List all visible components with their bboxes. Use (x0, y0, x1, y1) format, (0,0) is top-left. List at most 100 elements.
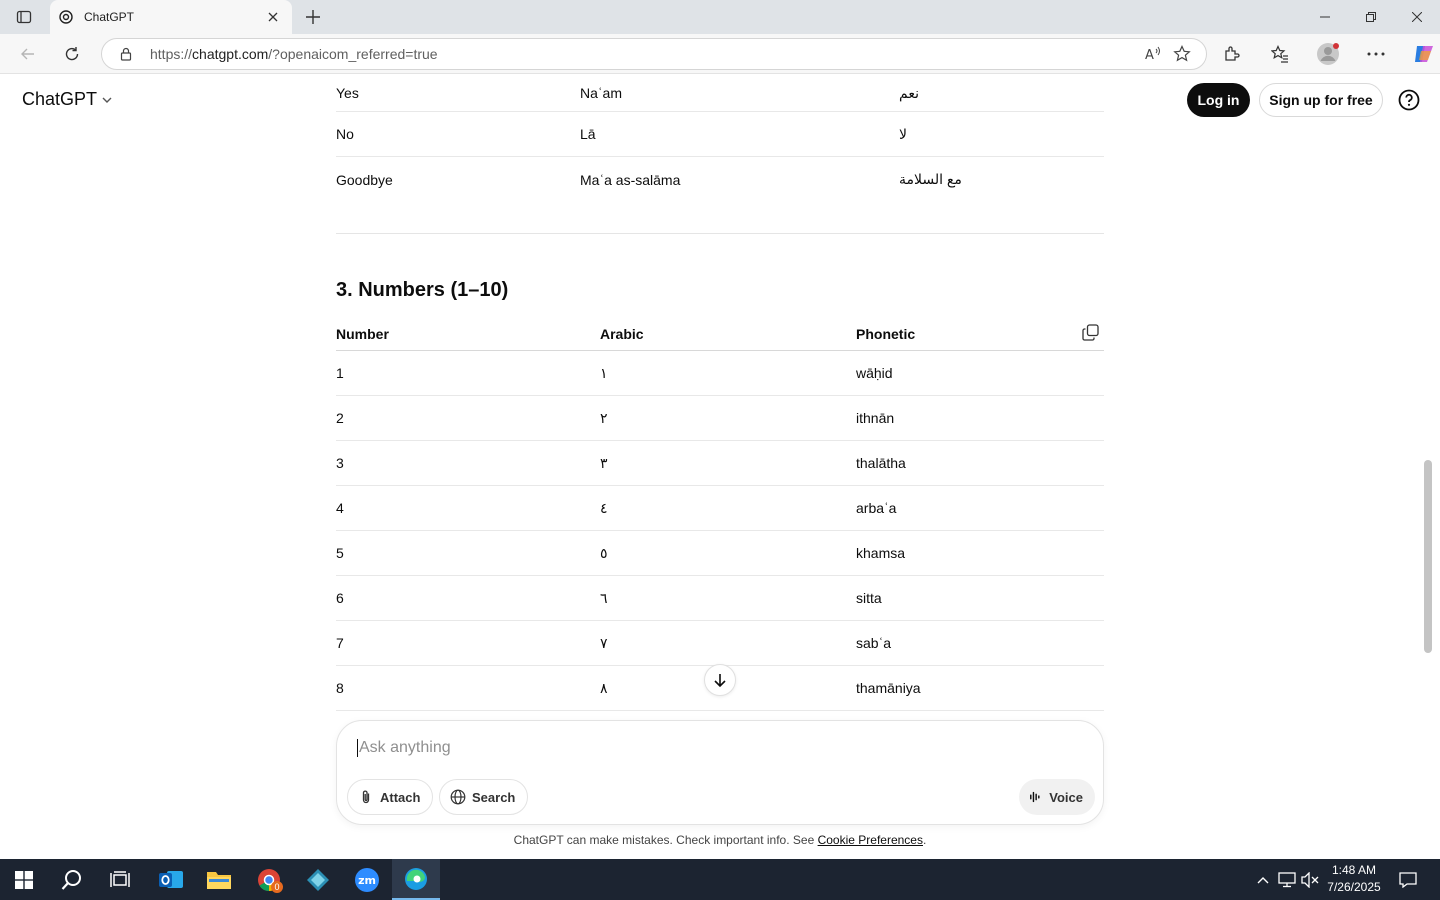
outlook-icon[interactable] (147, 859, 195, 900)
number-cell: 3 (336, 455, 344, 471)
url-prefix: https:// (150, 46, 193, 62)
phrases-table: Yes Naʿam نعم No Lā لا Goodbye Maʿa as-s… (336, 75, 1104, 202)
globe-icon (450, 789, 466, 805)
copilot-icon[interactable] (1410, 40, 1438, 68)
show-hidden-icons-chevron-icon[interactable] (1253, 859, 1273, 900)
attach-button[interactable]: Attach (347, 779, 434, 815)
header-phonetic: Phonetic (856, 326, 916, 342)
clock-time: 1:48 AM (1331, 863, 1377, 877)
search-button[interactable]: Search (439, 779, 529, 815)
arabic-cell: ٤ (600, 499, 608, 516)
back-arrow-icon[interactable] (14, 40, 42, 68)
browser-tab-chatgpt[interactable]: ChatGPT (50, 0, 292, 34)
search-label: Search (472, 789, 516, 805)
voice-button[interactable]: Voice (1019, 779, 1095, 815)
phonetic-cell: thalātha (856, 455, 906, 471)
window-controls (1302, 0, 1440, 34)
address-bar[interactable]: https://chatgpt.com/?openaicom_referred=… (101, 38, 1207, 70)
arabic-cell: لا (899, 125, 907, 142)
more-options-icon[interactable] (1362, 40, 1390, 68)
table-row: 1 ١ wāḥid (336, 351, 1104, 396)
tab-title: ChatGPT (84, 10, 135, 24)
favorites-icon[interactable] (1266, 40, 1294, 68)
transliteration-cell: Naʿam (580, 85, 623, 101)
number-cell: 6 (336, 590, 344, 606)
phonetic-cell: ithnān (856, 410, 895, 426)
table-row: 7 ٧ sabʿa (336, 621, 1104, 666)
text-caret (357, 739, 358, 757)
disclaimer-body: ChatGPT can make mistakes. Check importa… (513, 833, 818, 847)
number-cell: 1 (336, 365, 344, 381)
network-icon[interactable] (1276, 859, 1298, 900)
chatgpt-page: ChatGPT Log in Sign up for free Yes Naʿa… (0, 75, 1440, 858)
numbers-table: Number Arabic Phonetic 1 ١ wāḥid 2 ٢ ith… (336, 318, 1104, 711)
arabic-cell: مع السلامة (899, 171, 962, 187)
read-aloud-icon[interactable]: A (1140, 40, 1168, 68)
signup-button[interactable]: Sign up for free (1259, 83, 1383, 117)
chrome-icon[interactable]: 0 (245, 859, 293, 900)
url-rest: /?openaicom_referred=true (268, 46, 438, 62)
arabic-cell: ٧ (600, 634, 608, 651)
table-header: Number Arabic Phonetic (336, 318, 1104, 351)
close-tab-icon[interactable] (264, 8, 282, 26)
number-cell: 4 (336, 500, 344, 516)
message-composer: Ask anything Attach Search Voice (336, 720, 1104, 825)
refresh-icon[interactable] (58, 40, 86, 68)
zoom-icon[interactable]: zm (343, 859, 391, 900)
tab-actions-icon[interactable] (8, 5, 40, 29)
chrome-notification-badge: 0 (271, 881, 283, 893)
voice-waveform-icon (1030, 791, 1040, 803)
file-explorer-icon[interactable] (195, 859, 243, 900)
transliteration-cell: Lā (580, 126, 596, 142)
extensions-icon[interactable] (1218, 40, 1246, 68)
number-cell: 7 (336, 635, 344, 651)
table-row: 2 ٢ ithnān (336, 396, 1104, 441)
brand-name: ChatGPT (22, 89, 98, 109)
cookie-preferences-link[interactable]: Cookie Preferences (818, 833, 923, 847)
conversation-content: Yes Naʿam نعم No Lā لا Goodbye Maʿa as-s… (336, 75, 1104, 711)
section-heading: 3. Numbers (1–10) (336, 279, 509, 301)
scroll-to-bottom-button[interactable] (704, 664, 736, 696)
copy-table-icon[interactable] (1080, 322, 1100, 342)
disclaimer-text: ChatGPT can make mistakes. Check importa… (0, 833, 1440, 847)
phonetic-cell: sitta (856, 590, 882, 606)
table-row: Goodbye Maʿa as-salāma مع السلامة (336, 157, 1104, 202)
new-tab-icon[interactable] (300, 5, 326, 29)
clock-date: 7/26/2025 (1327, 880, 1381, 894)
table-row: 4 ٤ arbaʿa (336, 486, 1104, 531)
arabic-cell: ١ (600, 364, 608, 381)
arabic-cell: نعم (899, 84, 919, 101)
login-button[interactable]: Log in (1187, 83, 1250, 117)
close-window-icon[interactable] (1394, 0, 1440, 34)
minimize-icon[interactable] (1302, 0, 1348, 34)
paperclip-icon (362, 790, 370, 804)
notifications-icon[interactable] (1394, 859, 1422, 900)
phonetic-cell: thamāniya (856, 680, 921, 696)
english-cell: Goodbye (336, 171, 393, 188)
page-scrollbar[interactable] (1424, 460, 1432, 653)
number-cell: 8 (336, 680, 344, 696)
app-diamond-icon[interactable] (294, 859, 342, 900)
arabic-cell: ٦ (600, 589, 608, 606)
arabic-cell: ٥ (600, 544, 608, 561)
edge-icon[interactable] (392, 859, 440, 900)
arabic-cell: ٣ (600, 454, 608, 471)
help-icon[interactable] (1396, 87, 1422, 113)
lock-icon[interactable] (118, 46, 134, 62)
windows-start-icon[interactable] (0, 859, 48, 900)
profile-avatar-icon[interactable] (1314, 40, 1342, 68)
svg-text:zm: zm (358, 874, 376, 887)
prompt-input[interactable]: Ask anything (357, 739, 451, 757)
search-icon[interactable] (48, 859, 96, 900)
task-view-icon[interactable] (96, 859, 144, 900)
url-text[interactable]: https://chatgpt.com/?openaicom_referred=… (150, 46, 1140, 62)
phonetic-cell: khamsa (856, 545, 906, 561)
system-clock[interactable]: 1:48 AM 7/26/2025 (1322, 862, 1386, 896)
header-arabic: Arabic (600, 326, 644, 342)
table-row: 5 ٥ khamsa (336, 531, 1104, 576)
restore-icon[interactable] (1348, 0, 1394, 34)
model-selector[interactable]: ChatGPT (22, 89, 113, 110)
favorite-star-icon[interactable] (1168, 40, 1196, 68)
arabic-cell: ٢ (600, 409, 608, 426)
volume-muted-icon[interactable] (1299, 859, 1321, 900)
